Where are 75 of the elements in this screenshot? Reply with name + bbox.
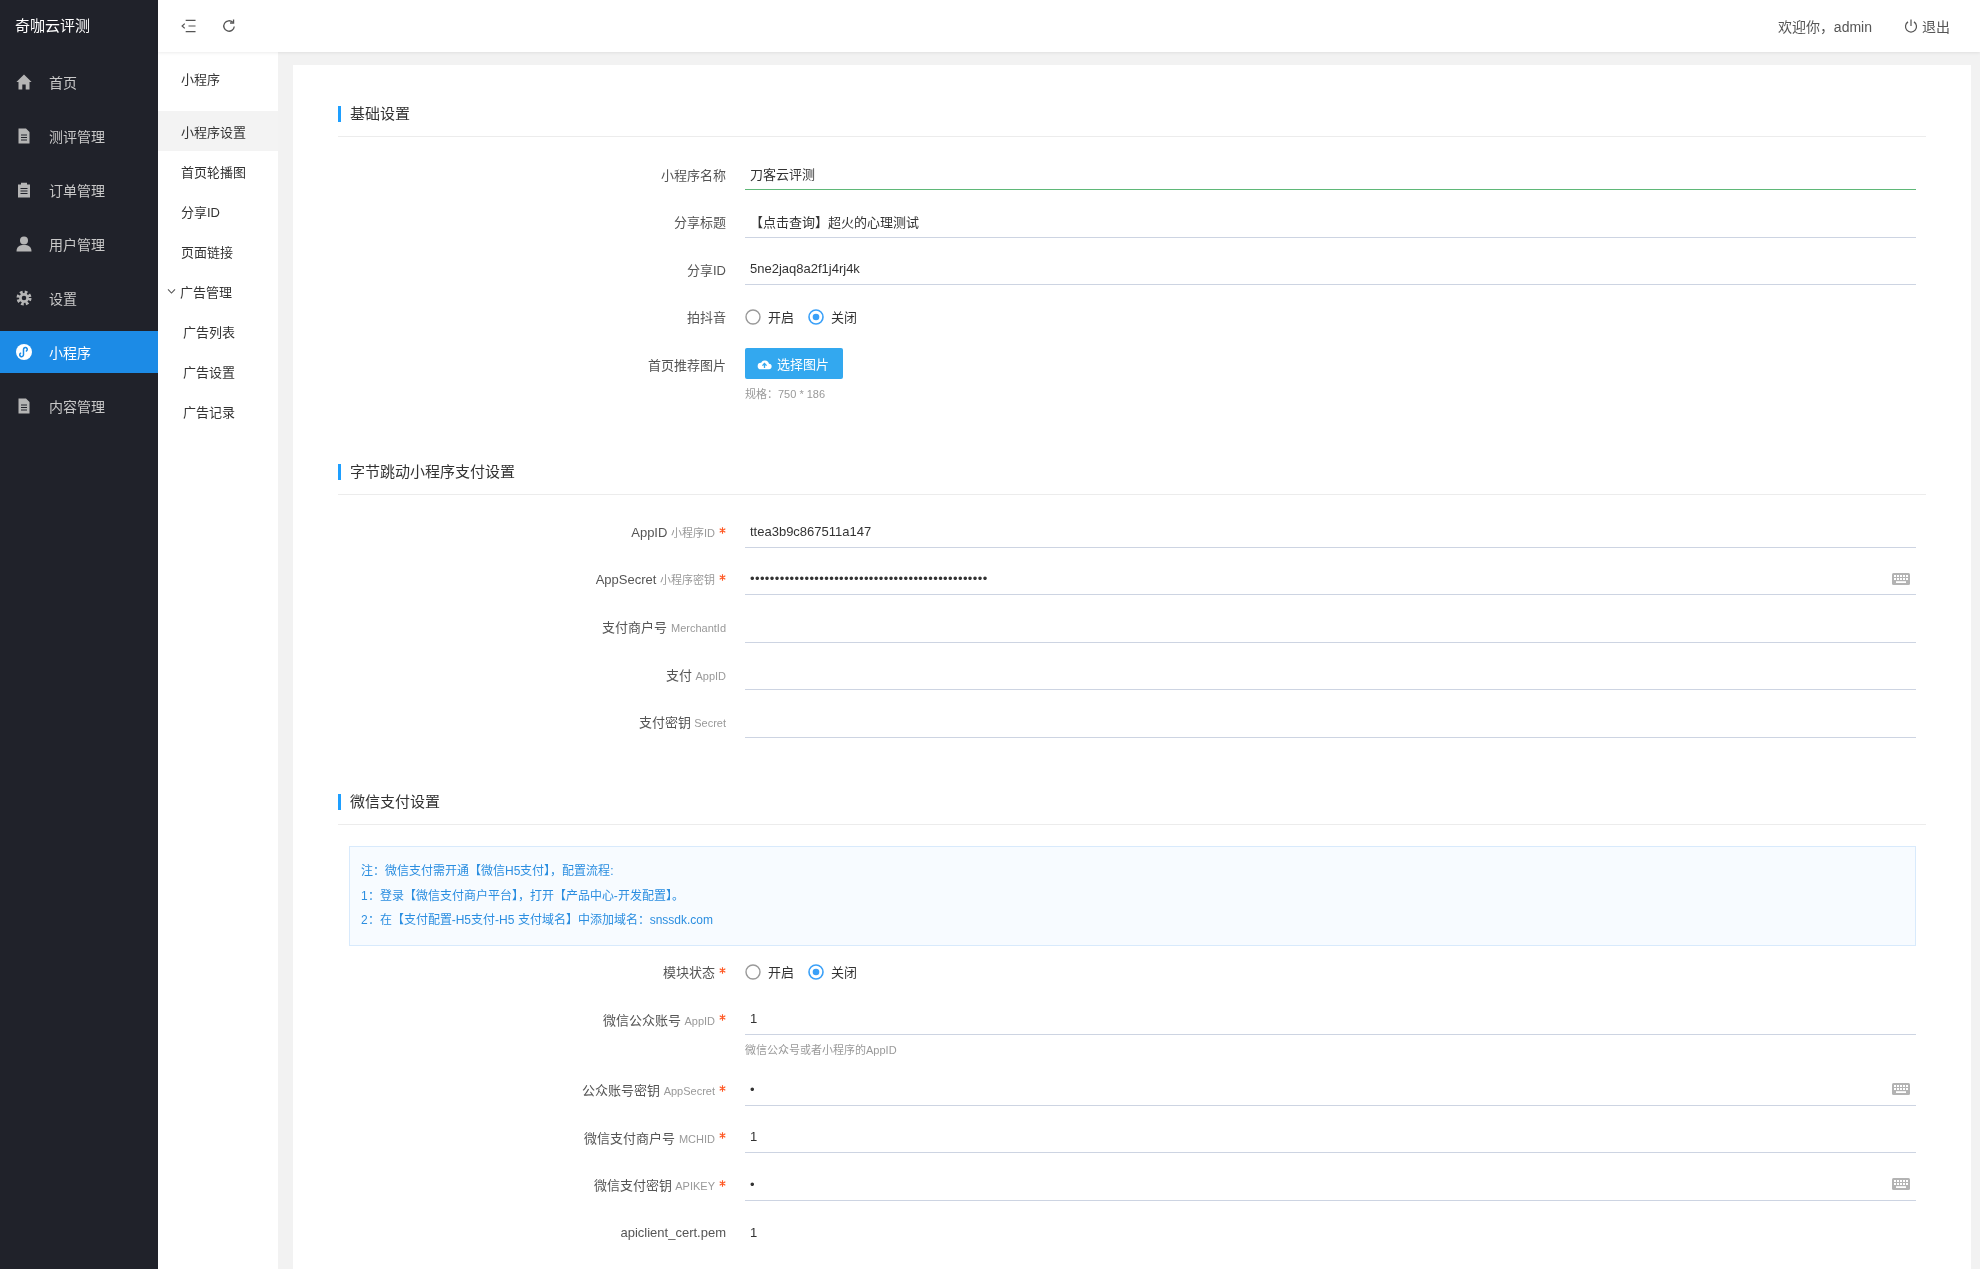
- section-title: 字节跳动小程序支付设置: [338, 463, 515, 480]
- input-field[interactable]: 【点击查询】超火的心理测试: [745, 205, 1916, 238]
- submenu-item[interactable]: 广告列表: [158, 311, 278, 351]
- submenu-item[interactable]: 页面链接: [158, 231, 278, 271]
- input-field[interactable]: 1: [745, 1121, 1916, 1153]
- field-label: 公众账号密钥 AppSecret: [582, 1082, 715, 1099]
- field-label: 微信公众账号 AppID: [602, 1011, 715, 1029]
- field-label: 模块状态: [663, 964, 715, 981]
- notice-text: 2：在【支付配置-H5支付-H5 支付域名】中添加域名：snssdk.com: [361, 912, 715, 929]
- field-label: 首页推荐图片: [648, 356, 726, 374]
- cloud-upload-icon: [757, 357, 772, 370]
- keyboard-icon[interactable]: [1892, 1083, 1910, 1095]
- document-icon: [16, 128, 32, 144]
- sidebar-item[interactable]: 设置: [0, 277, 158, 319]
- input-field[interactable]: 5ne2jaq8a2f1j4rj4k: [745, 253, 1916, 285]
- notice-text: 1：登录【微信支付商户平台】，打开【产品中心-开发配置】。: [361, 887, 685, 905]
- radio-button[interactable]: [808, 963, 824, 980]
- keyboard-icon[interactable]: [1892, 1178, 1910, 1190]
- field-label: 拍抖音: [687, 309, 726, 326]
- logout-button[interactable]: 退出: [1904, 16, 1950, 36]
- section-title: 微信支付设置: [338, 794, 440, 810]
- password-field[interactable]: •: [745, 1168, 1916, 1201]
- password-field[interactable]: •: [745, 1073, 1916, 1106]
- clipboard-icon: [16, 182, 32, 198]
- field-label: apiclient_cert.pem: [620, 1225, 726, 1240]
- home-icon: [16, 74, 32, 90]
- power-icon: [1904, 19, 1918, 33]
- gear-icon: [16, 290, 32, 306]
- user-icon: [16, 236, 32, 252]
- password-field[interactable]: ••••••••••••••••••••••••••••••••••••••••••••••••: [745, 563, 1916, 595]
- submenu-item[interactable]: 广告设置: [158, 351, 278, 391]
- field-label: 支付 AppID: [665, 666, 726, 684]
- field-label: 微信支付密钥 APIKEY: [593, 1177, 715, 1194]
- sidebar-item[interactable]: 用户管理: [0, 223, 158, 265]
- refresh-icon[interactable]: [222, 19, 236, 33]
- field-label: 分享标题: [674, 214, 726, 231]
- radio-label[interactable]: 关闭: [831, 307, 857, 326]
- sidebar-item[interactable]: 首页: [0, 61, 158, 103]
- sidebar-item[interactable]: 内容管理: [0, 385, 158, 427]
- submenu-title: 小程序: [180, 71, 221, 89]
- field-label: 小程序名称: [661, 166, 726, 184]
- radio-button[interactable]: [745, 308, 761, 325]
- link-circle-icon: [16, 344, 32, 360]
- field-hint: 规格：750 * 186: [745, 387, 827, 401]
- field-label: 支付密钥 Secret: [638, 714, 726, 731]
- radio-button[interactable]: [808, 308, 824, 325]
- submenu-item[interactable]: 广告记录: [158, 391, 278, 431]
- logo-text: 奇咖云评测: [14, 16, 91, 36]
- section-title: 基础设置: [338, 106, 410, 122]
- radio-label[interactable]: 关闭: [831, 962, 857, 981]
- field-label: AppID 小程序ID: [631, 523, 715, 540]
- input-field[interactable]: 1: [745, 1003, 1916, 1035]
- field-label: 微信支付商户号 MCHID: [584, 1129, 715, 1147]
- submenu-item[interactable]: 广告管理: [158, 271, 278, 311]
- sidebar-item[interactable]: 订单管理: [0, 169, 158, 211]
- field-label: 支付商户号 MerchantId: [602, 619, 726, 636]
- input-field[interactable]: ttea3b9c867511a147: [745, 515, 1916, 548]
- sidebar-item[interactable]: 测评管理: [0, 115, 158, 157]
- field-label: 分享ID: [687, 261, 726, 279]
- menu-icon[interactable]: [181, 19, 196, 33]
- radio-label[interactable]: 开启: [768, 962, 794, 981]
- notice-text: 注：微信支付需开通【微信H5支付】，配置流程:: [361, 863, 615, 880]
- field-hint: 微信公众号或者小程序的AppID: [745, 1043, 898, 1058]
- document-icon: [16, 398, 32, 414]
- input-field[interactable]: 刀客云评测: [745, 158, 1916, 190]
- submenu-item[interactable]: 首页轮播图: [158, 151, 278, 191]
- welcome-text: 欢迎你，admin: [1777, 18, 1872, 36]
- keyboard-icon[interactable]: [1892, 572, 1910, 585]
- sidebar-item[interactable]: 小程序: [0, 331, 158, 373]
- radio-button[interactable]: [745, 963, 761, 980]
- submenu-item[interactable]: 小程序设置: [158, 111, 278, 151]
- radio-label[interactable]: 开启: [768, 307, 794, 326]
- field-label: AppSecret 小程序密钥: [595, 571, 715, 587]
- text-area[interactable]: 1: [745, 1216, 1916, 1269]
- submenu-item[interactable]: 分享ID: [158, 191, 278, 231]
